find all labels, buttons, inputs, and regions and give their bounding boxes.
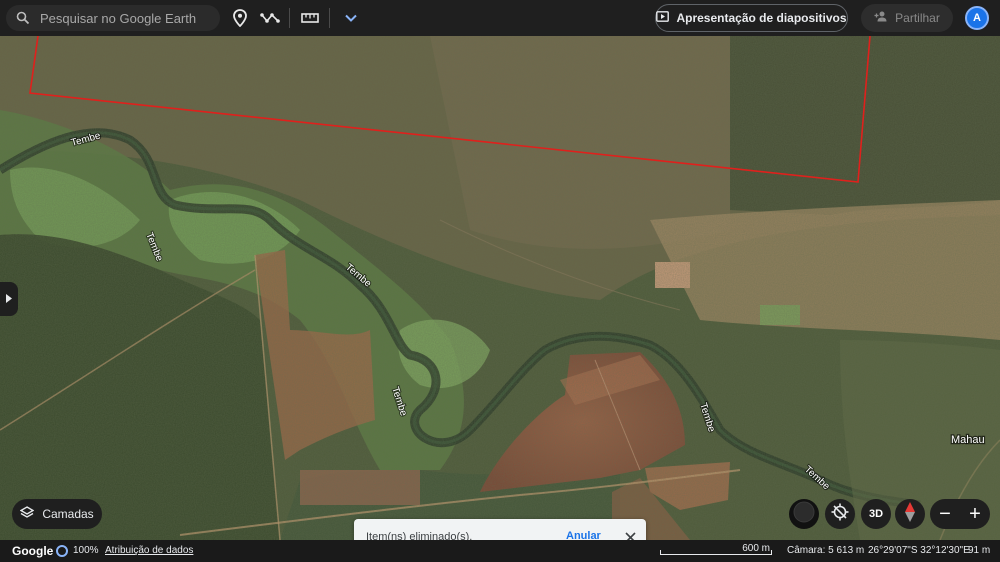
slideshow-icon — [656, 11, 670, 25]
ruler-icon[interactable] — [298, 6, 322, 30]
search-box[interactable] — [6, 5, 220, 31]
scale-bar: 600 m — [660, 543, 772, 557]
globe-view-button[interactable] — [789, 499, 819, 529]
zoom-controls: − + — [930, 499, 990, 529]
scale-label: 600 m — [742, 543, 770, 554]
layers-button[interactable]: Camadas — [12, 499, 102, 529]
zoom-level-icon — [56, 545, 68, 557]
crosshair-icon — [831, 503, 849, 526]
share-label: Partilhar — [895, 11, 940, 25]
avatar-letter: A — [973, 12, 981, 24]
add-person-icon — [874, 11, 888, 25]
toolbar-divider — [329, 8, 330, 28]
globe-icon — [793, 501, 815, 528]
google-logo: Google — [12, 544, 54, 558]
layers-icon — [19, 505, 35, 523]
reset-north-button[interactable] — [825, 499, 855, 529]
chevron-down-icon[interactable] — [339, 6, 363, 30]
search-icon — [16, 10, 32, 26]
zoom-out-button[interactable]: − — [933, 504, 957, 524]
camera-altitude: Câmara: 5 613 m — [787, 545, 865, 556]
share-button[interactable]: Partilhar — [861, 4, 953, 32]
top-toolbar: Apresentação de diapositivos Partilhar A — [0, 0, 1000, 36]
path-icon[interactable] — [258, 6, 282, 30]
layers-label: Camadas — [42, 507, 94, 521]
zoom-percent: 100% — [73, 545, 99, 556]
data-attribution-link[interactable]: Atribuição de dados — [105, 545, 193, 556]
slideshow-label: Apresentação de diapositivos — [676, 11, 847, 25]
zoom-in-button[interactable]: + — [963, 504, 987, 524]
slideshow-button[interactable]: Apresentação de diapositivos — [655, 4, 848, 32]
3d-label: 3D — [868, 508, 884, 520]
elevation: 91 m — [968, 545, 991, 556]
toolbar-divider — [289, 8, 290, 28]
chevron-right-icon — [6, 290, 12, 308]
toggle-3d-button[interactable]: 3D — [861, 499, 891, 529]
compass-button[interactable] — [895, 499, 925, 529]
status-bar: Google 100% Atribuição de dados 600 m Câ… — [0, 540, 1000, 562]
location-pin-icon[interactable] — [228, 6, 252, 30]
coordinates: 26°29'07"S 32°12'30"E — [868, 545, 970, 556]
side-panel-toggle[interactable] — [0, 282, 18, 316]
compass-icon — [904, 501, 916, 527]
search-input[interactable] — [40, 10, 210, 26]
place-label: Mahau — [951, 434, 985, 446]
avatar[interactable]: A — [965, 6, 989, 30]
satellite-map[interactable]: Tembe Tembe Tembe Tembe Tembe Tembe Maha… — [0, 0, 1000, 562]
